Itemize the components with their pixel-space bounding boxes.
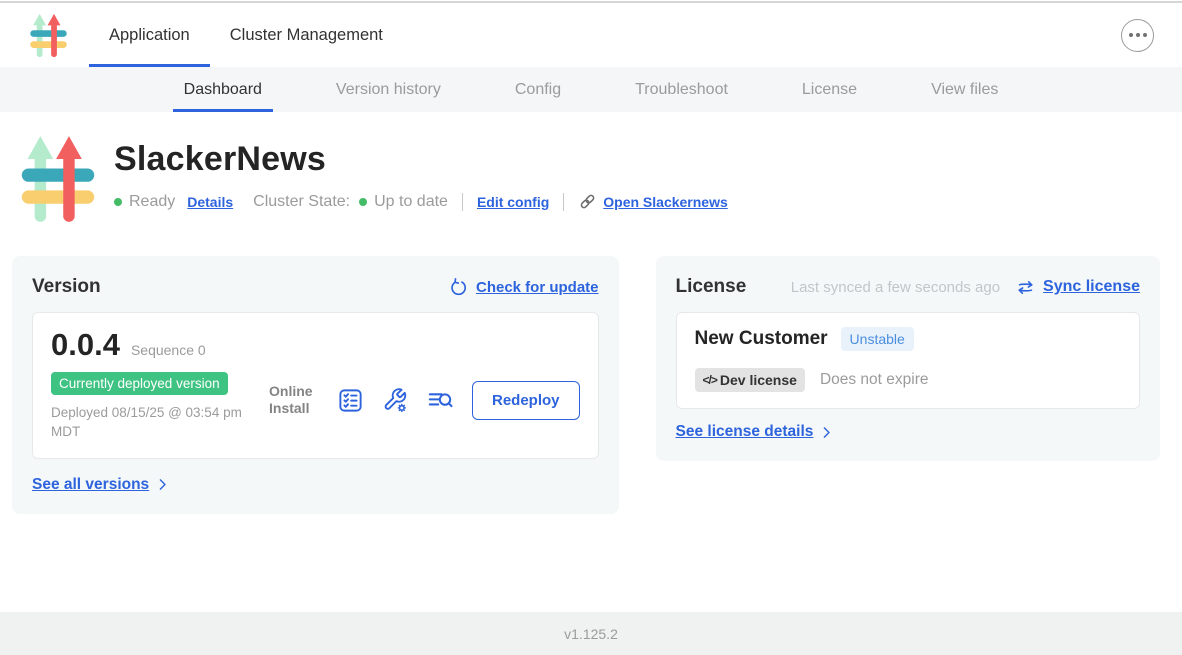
- customer-name: New Customer: [695, 328, 828, 350]
- license-card-title: License: [676, 276, 747, 298]
- edit-config-link[interactable]: Edit config: [477, 194, 549, 210]
- tab-license[interactable]: License: [765, 67, 894, 112]
- tab-application[interactable]: Application: [89, 3, 210, 67]
- tab-troubleshoot[interactable]: Troubleshoot: [598, 67, 765, 112]
- console-footer: v1.125.2: [0, 612, 1182, 655]
- status-details-link[interactable]: Details: [187, 194, 233, 210]
- divider: [462, 193, 463, 211]
- version-info: 0.0.4 Sequence 0 Currently deployed vers…: [51, 327, 269, 442]
- cluster-state-label: Cluster State:: [253, 193, 350, 211]
- slackernews-app-icon: [18, 130, 98, 226]
- sync-arrows-icon: [1016, 278, 1035, 297]
- channel-badge: Unstable: [841, 327, 914, 351]
- link-chain-icon: [578, 192, 597, 211]
- app-subnav: Dashboard Version history Config Trouble…: [0, 67, 1182, 112]
- check-for-update-link[interactable]: Check for update: [476, 279, 599, 296]
- current-version-panel: 0.0.4 Sequence 0 Currently deployed vers…: [32, 312, 599, 459]
- replicated-app-logo-icon: [28, 11, 69, 59]
- version-card: Version Check for update 0.0.4 Sequence …: [12, 256, 619, 514]
- license-card: License Last synced a few seconds ago Sy…: [656, 256, 1160, 461]
- app-status-text: Ready: [129, 193, 175, 211]
- tab-view-files[interactable]: View files: [894, 67, 1035, 112]
- version-number: 0.0.4: [51, 327, 120, 363]
- deployed-timestamp: Deployed 08/15/25 @ 03:54 pm MDT: [51, 404, 269, 442]
- see-license-details-link[interactable]: See license details: [676, 423, 814, 441]
- version-card-title: Version: [32, 276, 101, 298]
- console-version-text: v1.125.2: [564, 626, 618, 642]
- preflight-checks-icon[interactable]: [337, 387, 364, 414]
- top-navbar: Application Cluster Management: [0, 3, 1182, 67]
- license-type-badge: </> Dev license: [695, 368, 805, 392]
- open-slackernews-link[interactable]: Open Slackernews: [603, 194, 728, 210]
- app-status-dot: [114, 198, 122, 206]
- view-logs-icon[interactable]: [427, 387, 454, 414]
- chevron-right-icon: [154, 476, 171, 493]
- tab-cluster-management-label: Cluster Management: [230, 26, 383, 45]
- header-tabs: Application Cluster Management: [89, 3, 403, 67]
- dashboard-cards: Version Check for update 0.0.4 Sequence …: [0, 256, 1182, 514]
- install-type-label: Online Install: [269, 383, 319, 418]
- tab-cluster-management[interactable]: Cluster Management: [210, 3, 403, 67]
- chevron-right-icon: [818, 424, 835, 441]
- refresh-icon: [449, 278, 468, 297]
- code-icon: </>: [703, 373, 717, 387]
- sequence-label: Sequence 0: [131, 342, 206, 358]
- cluster-state-dot: [359, 198, 367, 206]
- app-header: SlackerNews Ready Details Cluster State:…: [18, 130, 1164, 226]
- ellipsis-icon: [1129, 33, 1133, 37]
- redeploy-button[interactable]: Redeploy: [472, 381, 580, 420]
- tab-config[interactable]: Config: [478, 67, 598, 112]
- sync-license-link[interactable]: Sync license: [1043, 278, 1140, 296]
- last-synced-text: Last synced a few seconds ago: [791, 279, 1000, 296]
- tab-version-history[interactable]: Version history: [299, 67, 478, 112]
- license-expiry-text: Does not expire: [820, 371, 929, 389]
- cluster-state-value: Up to date: [374, 193, 448, 211]
- divider: [563, 193, 564, 211]
- page-title: SlackerNews: [114, 140, 728, 179]
- deployed-status-badge: Currently deployed version: [51, 372, 228, 395]
- version-actions: Online Install: [269, 359, 580, 442]
- license-panel: New Customer Unstable </> Dev license Do…: [676, 312, 1140, 409]
- see-all-versions-link[interactable]: See all versions: [32, 476, 149, 494]
- more-options-button[interactable]: [1121, 19, 1154, 52]
- tab-application-label: Application: [109, 26, 190, 45]
- app-status-row: Ready Details Cluster State: Up to date …: [114, 192, 728, 211]
- tab-dashboard[interactable]: Dashboard: [147, 67, 299, 112]
- config-wrench-icon[interactable]: [382, 387, 409, 414]
